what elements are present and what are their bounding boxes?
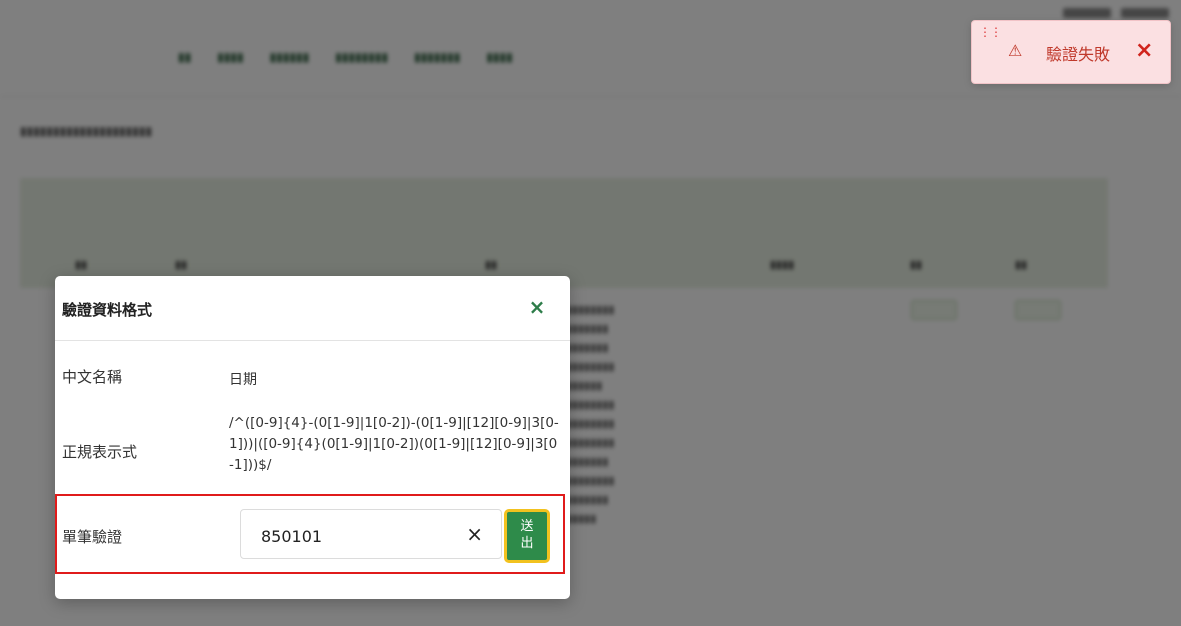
warning-icon: ⚠ — [1008, 41, 1023, 60]
clear-input-icon[interactable]: × — [466, 520, 483, 548]
chinese-name-value: 日期 — [229, 372, 257, 388]
chinese-name-label: 中文名稱 — [62, 368, 123, 386]
submit-button[interactable]: 送 出 — [504, 509, 550, 563]
validate-format-modal: 驗證資料格式 × 中文名稱 日期 正規表示式 /^([0-9]{4}-(0[1-… — [55, 276, 570, 599]
modal-close-button[interactable]: × — [524, 294, 550, 320]
toast-message: 驗證失敗 — [1046, 45, 1111, 64]
toast-close-button[interactable]: × — [1135, 38, 1153, 63]
single-validate-input[interactable] — [259, 523, 453, 549]
single-validate-label: 單筆驗證 — [62, 528, 123, 546]
drag-handle-icon[interactable]: ⋮⋮ — [979, 25, 1002, 39]
submit-label-line2: 出 — [520, 536, 534, 551]
regex-value: /^([0-9]{4}-(0[1-9]|1[0-2])-(0[1-9]|[12]… — [229, 415, 559, 473]
single-validate-input-wrapper: × — [240, 509, 502, 559]
submit-label-line1: 送 — [520, 519, 534, 534]
modal-header: 驗證資料格式 × — [55, 276, 570, 341]
validation-failed-toast: ⋮⋮ ⚠ 驗證失敗 × — [971, 20, 1171, 84]
regex-label: 正規表示式 — [62, 443, 138, 461]
modal-title: 驗證資料格式 — [62, 301, 153, 319]
